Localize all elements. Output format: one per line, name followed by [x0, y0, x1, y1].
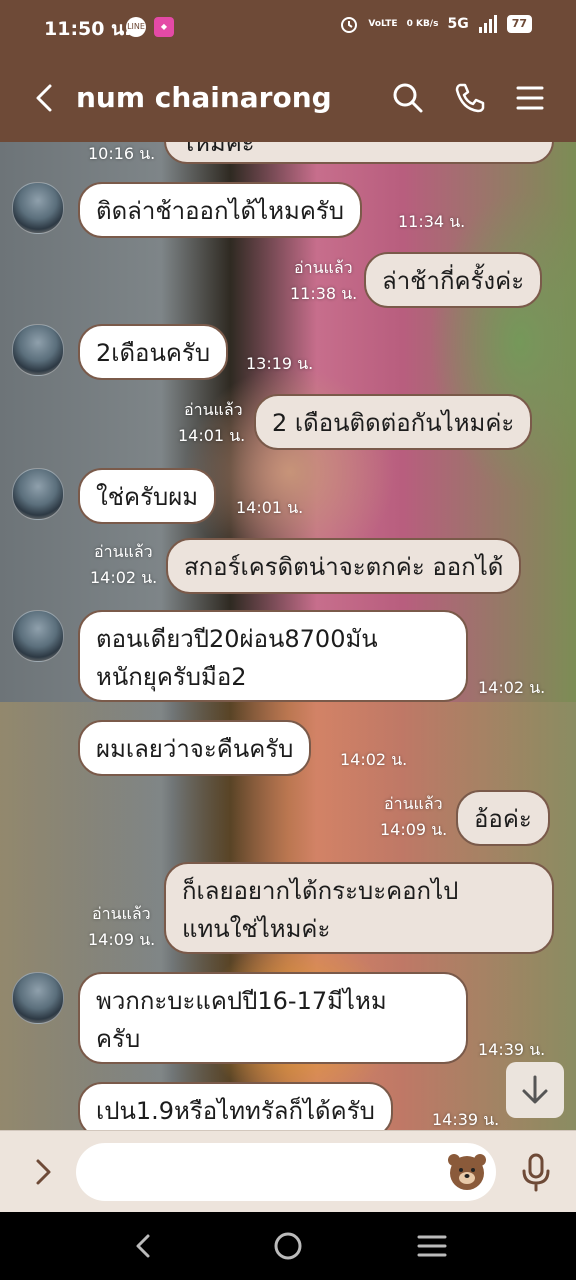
avatar[interactable]: [12, 610, 64, 662]
avatar[interactable]: [12, 182, 64, 234]
status-right: VoLTE 0 KB/s 5G 77: [339, 14, 532, 34]
read-receipt: อ่านแล้ว: [94, 542, 153, 561]
sticker-icon[interactable]: [446, 1151, 488, 1193]
signal-icon: [478, 15, 497, 33]
back-icon[interactable]: [28, 80, 64, 116]
home-nav-icon[interactable]: [270, 1228, 306, 1264]
message-bubble-outgoing[interactable]: 2 เดือนติดต่อกันไหมค่ะ: [254, 394, 533, 450]
message-bubble-incoming[interactable]: เปน1.9หรือไททรัลก็ได้ครับ: [78, 1082, 393, 1130]
expand-icon[interactable]: [26, 1155, 60, 1189]
message-time: 14:01 น.: [236, 498, 304, 517]
game-app-icon: ◆: [154, 17, 174, 37]
net-speed: 0 KB/s: [406, 19, 439, 29]
alarm-icon: [341, 17, 358, 33]
message-input[interactable]: [76, 1143, 496, 1201]
read-receipt: อ่านแล้ว: [92, 904, 151, 923]
battery-icon: 77: [506, 15, 532, 33]
chat-area[interactable]: ไหมคะ 10:16 น. ติดล่าช้าออกได้ไหมครับ 11…: [0, 142, 576, 1130]
message-time: 13:19 น.: [246, 354, 314, 373]
read-receipt: อ่านแล้ว: [384, 794, 443, 813]
message-bubble-outgoing[interactable]: ไหมคะ: [164, 142, 554, 164]
message-time: 14:39 น.: [432, 1110, 500, 1129]
scroll-to-bottom-button[interactable]: [506, 1062, 564, 1118]
message-bubble-outgoing[interactable]: ล่าช้ากี่ครั้งค่ะ: [364, 252, 543, 308]
message-bubble-incoming[interactable]: ติดล่าช้าออกได้ไหมครับ: [78, 182, 363, 238]
message-bubble-outgoing[interactable]: ก็เลยอยากได้กระบะคอกไป แทนใช่ไหมค่ะ: [164, 862, 554, 954]
status-bar: 11:50 น. LINE ◆ VoLTE 0 KB/s 5G 77: [0, 0, 576, 56]
menu-icon[interactable]: [512, 80, 548, 116]
message-time: 10:16 น.: [88, 144, 156, 163]
arrow-down-icon: [522, 1075, 548, 1104]
chat-title: num chainarong: [76, 81, 332, 114]
status-app-icons: LINE ◆: [126, 17, 174, 37]
message-time: 14:02 น.: [340, 750, 408, 769]
message-time: 14:02 น.: [478, 678, 546, 697]
status-time: 11:50 น.: [44, 18, 132, 40]
back-nav-icon[interactable]: [126, 1228, 162, 1264]
avatar[interactable]: [12, 468, 64, 520]
microphone-icon[interactable]: [516, 1151, 556, 1193]
read-receipt: อ่านแล้ว: [294, 258, 353, 277]
message-bubble-outgoing[interactable]: อ้อค่ะ: [456, 790, 550, 846]
read-receipt: อ่านแล้ว: [184, 400, 243, 419]
message-time: 14:09 น.: [88, 930, 156, 949]
message-bubble-outgoing[interactable]: สกอร์เครดิตน่าจะตกค่ะ ออกได้: [166, 538, 522, 594]
line-icon: LINE: [126, 17, 146, 37]
message-time: 14:01 น.: [178, 426, 246, 445]
message-time: 14:39 น.: [478, 1040, 546, 1059]
chat-header: num chainarong: [0, 56, 576, 142]
network-type: 5G: [447, 16, 469, 32]
message-bubble-incoming[interactable]: ใช่ครับผม: [78, 468, 217, 524]
avatar[interactable]: [12, 324, 64, 376]
recents-nav-icon[interactable]: [414, 1228, 450, 1264]
message-bubble-incoming[interactable]: 2เดือนครับ: [78, 324, 229, 380]
message-bubble-incoming[interactable]: พวกกะบะแคปปี16-17มีไหม ครับ: [78, 972, 468, 1064]
message-bubble-incoming[interactable]: ตอนเดียวปี20ผ่อน8700มัน หนักยุครับมือ2: [78, 610, 468, 702]
avatar[interactable]: [12, 972, 64, 1024]
system-nav-bar: [0, 1212, 576, 1280]
message-bubble-incoming[interactable]: ผมเลยว่าจะคืนครับ: [78, 720, 312, 776]
message-time: 14:02 น.: [90, 568, 158, 587]
message-composer: [0, 1130, 576, 1213]
search-icon[interactable]: [390, 80, 426, 116]
message-time: 11:34 น.: [398, 212, 466, 231]
message-time: 11:38 น.: [290, 284, 358, 303]
volte-label: VoLTE: [368, 19, 398, 29]
message-time: 14:09 น.: [380, 820, 448, 839]
phone-icon[interactable]: [452, 80, 488, 116]
